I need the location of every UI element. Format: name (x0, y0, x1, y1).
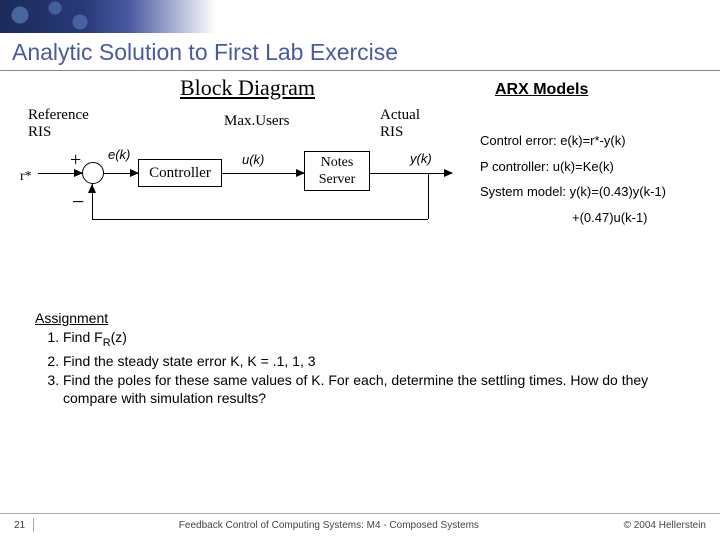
actual-line1: Actual (380, 107, 420, 123)
control-signal-label: u(k) (242, 152, 264, 167)
assignment-item1-sub: R (103, 337, 111, 349)
arrow-icon (74, 169, 83, 177)
actual-ris-label: Actual RIS (380, 107, 420, 142)
footer-divider (33, 518, 34, 532)
content-area: Block Diagram ARX Models Reference RIS r… (0, 71, 720, 81)
assignment-item-1: Find FR(z) (63, 329, 685, 351)
reference-line2: RIS (28, 124, 51, 140)
r-star-label: r* (20, 169, 32, 185)
arx-p-controller: P controller: u(k)=Ke(k) (480, 157, 666, 177)
assignment-item-2: Find the steady state error K, K = .1, 1… (63, 353, 685, 371)
footer: 21 Feedback Control of Computing Systems… (0, 513, 720, 532)
decorative-banner (0, 0, 720, 33)
notes-server-block: Notes Server (304, 151, 370, 191)
slide-title: Analytic Solution to First Lab Exercise (12, 39, 720, 66)
max-users-label: Max.Users (224, 113, 289, 130)
footer-copyright: © 2004 Hellerstein (624, 520, 706, 531)
arx-models-heading: ARX Models (495, 81, 588, 99)
feedback-line (92, 219, 428, 220)
assignment-heading: Assignment (35, 310, 685, 326)
signal-line (222, 173, 304, 174)
arx-system-model: System model: y(k)=(0.43)y(k-1) (480, 182, 666, 202)
reference-label: Reference RIS (28, 107, 89, 142)
minus-sign: − (72, 189, 84, 215)
footer-center-text: Feedback Control of Computing Systems: M… (179, 520, 479, 531)
arrow-icon (296, 169, 305, 177)
reference-line1: Reference (28, 107, 89, 123)
error-signal-label: e(k) (108, 147, 130, 162)
arx-control-error: Control error: e(k)=r*-y(k) (480, 131, 666, 151)
assignment-list: Find FR(z) Find the steady state error K… (35, 329, 685, 407)
summing-junction-icon (82, 162, 104, 184)
signal-line (370, 173, 452, 174)
arrow-icon (88, 184, 96, 193)
assignment-item1-pre: Find F (63, 329, 103, 345)
assignment-section: Assignment Find FR(z) Find the steady st… (35, 310, 685, 409)
arrow-icon (444, 169, 453, 177)
page-number: 21 (14, 520, 25, 531)
block-diagram-heading: Block Diagram (180, 75, 315, 101)
notes-line2: Server (319, 172, 356, 187)
block-diagram: Reference RIS r* + − e(k) Controller Max… (20, 107, 480, 237)
arx-system-model-cont: +(0.47)u(k-1) (480, 208, 666, 228)
output-signal-label: y(k) (410, 151, 432, 166)
assignment-item-3: Find the poles for these same values of … (63, 372, 685, 407)
arrow-icon (130, 169, 139, 177)
title-bar: Analytic Solution to First Lab Exercise (0, 33, 720, 71)
actual-line2: RIS (380, 124, 403, 140)
assignment-item1-post: (z) (111, 329, 127, 345)
feedback-line (428, 173, 429, 219)
controller-block: Controller (138, 159, 222, 187)
notes-line1: Notes (321, 155, 354, 170)
arx-equations: Control error: e(k)=r*-y(k) P controller… (480, 131, 666, 233)
